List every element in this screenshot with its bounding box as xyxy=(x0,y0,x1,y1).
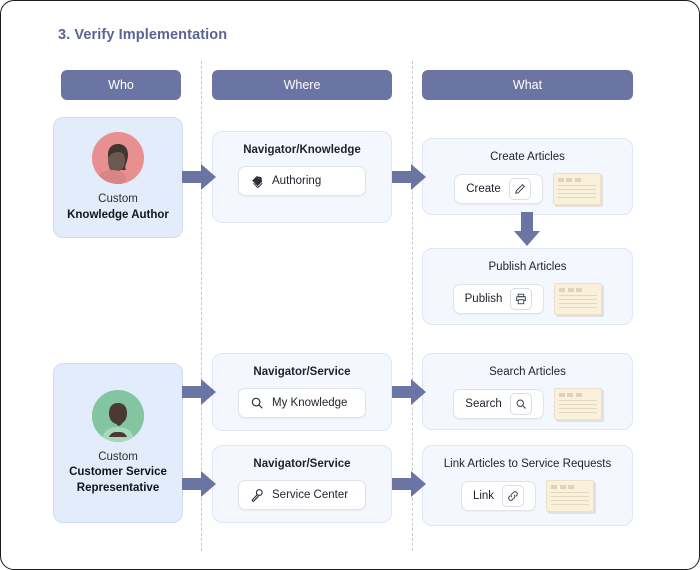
printer-icon xyxy=(510,288,533,310)
navigate-service-center-button[interactable]: Service Center xyxy=(238,480,366,510)
chip-row: Publish xyxy=(423,283,632,315)
what-card-link-articles[interactable]: Link Articles to Service Requests Link xyxy=(422,445,633,526)
what-card-title: Link Articles to Service Requests xyxy=(443,458,612,470)
column-header-who: Who xyxy=(61,70,181,100)
chip-row: Authoring xyxy=(213,166,391,196)
chip-row: Service Center xyxy=(213,480,391,510)
publish-button-label: Publish xyxy=(464,293,503,305)
flow-arrow-service-center-to-link xyxy=(392,471,426,497)
navigate-my-knowledge-label: My Knowledge xyxy=(272,397,348,409)
what-card-title: Publish Articles xyxy=(488,261,567,273)
what-card-title: Create Articles xyxy=(490,151,565,163)
article-thumbnail xyxy=(552,173,601,205)
create-button-label: Create xyxy=(466,183,501,195)
column-header-where: Where xyxy=(212,70,392,100)
navigate-authoring-label: Authoring xyxy=(272,175,322,187)
flow-arrow-my-knowledge-to-search xyxy=(392,379,426,405)
column-header-who-label: Who xyxy=(108,78,134,92)
where-card-service-center[interactable]: Navigator/Service Service Center xyxy=(212,445,392,523)
navigate-authoring-button[interactable]: Authoring xyxy=(238,166,366,196)
what-card-title: Search Articles xyxy=(489,366,566,378)
create-button[interactable]: Create xyxy=(454,174,543,204)
where-card-authoring[interactable]: Navigator/Knowledge Authoring xyxy=(212,131,392,223)
flow-arrow-authoring-to-create xyxy=(392,164,426,190)
persona-role: Customer Service Representative xyxy=(69,466,167,494)
article-thumbnail xyxy=(554,283,603,315)
flow-arrow-csr-to-my-knowledge xyxy=(182,379,216,405)
article-thumbnail xyxy=(546,480,595,512)
chip-row: My Knowledge xyxy=(213,388,391,418)
column-header-what: What xyxy=(422,70,633,100)
where-card-title: Navigator/Service xyxy=(253,458,351,470)
chip-row: Link xyxy=(423,480,632,512)
flow-arrow-author-to-authoring xyxy=(182,164,216,190)
persona-card-customer-service-representative[interactable]: Custom Customer Service Representative xyxy=(53,363,183,523)
layers-tag-icon xyxy=(250,174,264,188)
column-header-where-label: Where xyxy=(283,78,321,92)
publish-button[interactable]: Publish xyxy=(452,284,545,314)
persona-label-customer-service-representative: Custom Customer Service Representative xyxy=(62,450,174,496)
navigate-service-center-label: Service Center xyxy=(272,489,349,501)
navigate-my-knowledge-button[interactable]: My Knowledge xyxy=(238,388,366,418)
diagram-frame: 3. Verify Implementation Who Where What … xyxy=(0,0,700,570)
link-icon xyxy=(502,485,525,507)
link-button-label: Link xyxy=(472,490,495,502)
persona-prefix: Custom xyxy=(98,451,138,464)
persona-role: Knowledge Author xyxy=(67,208,169,221)
persona-label-knowledge-author: Custom Knowledge Author xyxy=(67,192,169,222)
flow-arrow-csr-to-service-center xyxy=(182,471,216,497)
search-icon xyxy=(250,396,264,410)
what-card-create-articles[interactable]: Create Articles Create xyxy=(422,138,633,215)
search-button[interactable]: Search xyxy=(453,389,544,419)
where-card-title: Navigator/Service xyxy=(253,366,351,378)
wrench-icon xyxy=(250,488,264,502)
person-avatar-icon xyxy=(92,390,144,443)
chip-row: Search xyxy=(423,388,632,420)
page-title: 3. Verify Implementation xyxy=(58,27,228,43)
what-card-publish-articles[interactable]: Publish Articles Publish xyxy=(422,248,633,325)
link-button[interactable]: Link xyxy=(460,481,537,511)
column-header-what-label: What xyxy=(512,78,543,92)
pencil-icon xyxy=(508,178,531,200)
chip-row: Create xyxy=(423,173,632,205)
where-card-my-knowledge[interactable]: Navigator/Service My Knowledge xyxy=(212,353,392,431)
person-avatar-icon xyxy=(92,132,144,185)
where-card-title: Navigator/Knowledge xyxy=(243,144,361,156)
persona-prefix: Custom xyxy=(98,193,138,206)
persona-card-knowledge-author[interactable]: Custom Knowledge Author xyxy=(53,117,183,238)
what-card-search-articles[interactable]: Search Articles Search xyxy=(422,353,633,430)
article-thumbnail xyxy=(553,388,602,420)
search-button-label: Search xyxy=(465,398,502,410)
search-icon xyxy=(509,393,532,415)
flow-arrow-create-to-publish xyxy=(514,212,540,246)
